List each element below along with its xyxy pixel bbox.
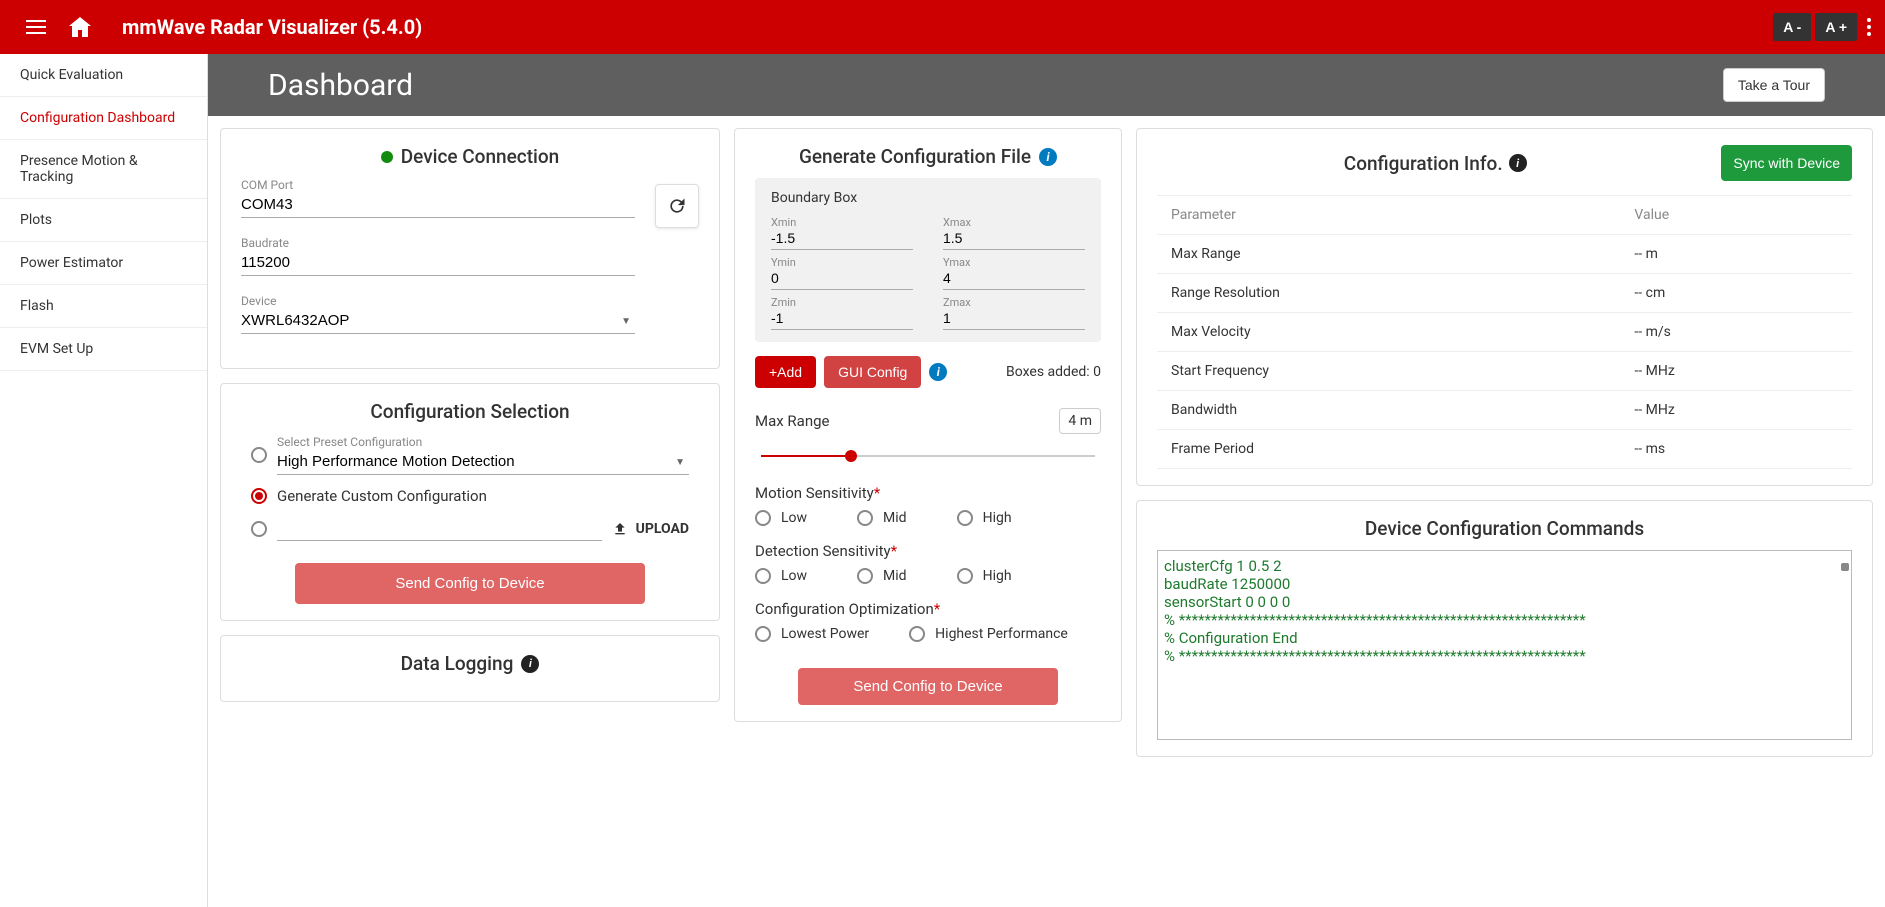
generate-config-title: Generate Configuration File xyxy=(799,145,1031,168)
device-config-commands-card: Device Configuration Commands clusterCfg… xyxy=(1136,500,1873,757)
boxes-added-label: Boxes added: 0 xyxy=(1006,364,1101,380)
table-row: Max Velocity-- m/s xyxy=(1157,313,1852,352)
xmax-label: Xmax xyxy=(943,216,1085,229)
max-range-value: 4 m xyxy=(1059,408,1101,434)
device-config-commands-title: Device Configuration Commands xyxy=(1157,517,1852,540)
sidebar: Quick Evaluation Configuration Dashboard… xyxy=(0,54,208,907)
preset-select[interactable] xyxy=(277,451,689,475)
upload-file-input[interactable] xyxy=(277,517,602,541)
connection-status-dot xyxy=(381,151,393,163)
sidebar-item-configuration-dashboard[interactable]: Configuration Dashboard xyxy=(0,97,207,140)
info-icon[interactable]: i xyxy=(929,363,947,381)
config-info-card: Configuration Info. i Sync with Device P… xyxy=(1136,128,1873,486)
zmin-label: Zmin xyxy=(771,296,913,309)
max-range-label: Max Range xyxy=(755,412,1059,430)
detection-low-radio[interactable] xyxy=(755,568,771,584)
baudrate-label: Baudrate xyxy=(241,236,635,250)
com-port-label: COM Port xyxy=(241,178,635,192)
detection-high-radio[interactable] xyxy=(957,568,973,584)
device-select[interactable] xyxy=(241,310,635,334)
ymin-input[interactable] xyxy=(771,269,913,290)
config-optimization-label: Configuration Optimization xyxy=(755,600,934,618)
upload-radio[interactable] xyxy=(251,521,267,537)
motion-sensitivity-label: Motion Sensitivity xyxy=(755,484,874,502)
xmax-input[interactable] xyxy=(943,229,1085,250)
xmin-input[interactable] xyxy=(771,229,913,250)
sidebar-item-plots[interactable]: Plots xyxy=(0,199,207,242)
highest-performance-radio[interactable] xyxy=(909,626,925,642)
sidebar-item-evm-setup[interactable]: EVM Set Up xyxy=(0,328,207,371)
config-selection-title: Configuration Selection xyxy=(241,400,699,423)
data-logging-card: Data Logging i xyxy=(220,635,720,702)
preset-radio[interactable] xyxy=(251,447,267,463)
custom-config-radio[interactable] xyxy=(251,488,267,504)
lowest-power-radio[interactable] xyxy=(755,626,771,642)
page-title: Dashboard xyxy=(268,68,413,103)
dashboard-header: Dashboard Take a Tour xyxy=(208,54,1885,116)
add-box-button[interactable]: +Add xyxy=(755,356,816,388)
table-row: Bandwidth-- MHz xyxy=(1157,391,1852,430)
max-range-slider[interactable] xyxy=(761,448,1095,464)
font-decrease-button[interactable]: A - xyxy=(1773,13,1811,41)
data-logging-title: Data Logging xyxy=(401,652,514,675)
zmax-label: Zmax xyxy=(943,296,1085,309)
refresh-icon xyxy=(667,196,687,216)
sidebar-item-power-estimator[interactable]: Power Estimator xyxy=(0,242,207,285)
main-area: Dashboard Take a Tour Device Connection … xyxy=(208,54,1885,907)
preset-label: Select Preset Configuration xyxy=(277,435,689,449)
scrollbar-thumb[interactable] xyxy=(1841,563,1849,571)
info-icon[interactable]: i xyxy=(1509,154,1527,172)
send-config-button-middle[interactable]: Send Config to Device xyxy=(798,668,1058,705)
upload-icon xyxy=(612,521,628,537)
sidebar-item-quick-evaluation[interactable]: Quick Evaluation xyxy=(0,54,207,97)
zmax-input[interactable] xyxy=(943,309,1085,330)
config-info-title: Configuration Info. xyxy=(1344,152,1503,175)
app-header: mmWave Radar Visualizer (5.4.0) A - A + xyxy=(0,0,1885,54)
device-connection-card: Device Connection COM Port Baudrate xyxy=(220,128,720,369)
config-info-table: Parameter Value Max Range-- mRange Resol… xyxy=(1157,195,1852,469)
xmin-label: Xmin xyxy=(771,216,913,229)
boundary-box-title: Boundary Box xyxy=(771,190,1085,206)
detection-sensitivity-label: Detection Sensitivity xyxy=(755,542,891,560)
table-row: Max Range-- m xyxy=(1157,235,1852,274)
menu-icon[interactable] xyxy=(24,15,48,39)
commands-output[interactable]: clusterCfg 1 0.5 2 baudRate 1250000 sens… xyxy=(1157,550,1852,740)
ymin-label: Ymin xyxy=(771,256,913,269)
motion-high-radio[interactable] xyxy=(957,510,973,526)
info-icon[interactable]: i xyxy=(521,655,539,673)
ymax-label: Ymax xyxy=(943,256,1085,269)
ymax-input[interactable] xyxy=(943,269,1085,290)
send-config-button-left[interactable]: Send Config to Device xyxy=(295,563,645,604)
home-icon[interactable] xyxy=(68,15,92,39)
zmin-input[interactable] xyxy=(771,309,913,330)
sync-with-device-button[interactable]: Sync with Device xyxy=(1721,145,1852,181)
custom-config-label: Generate Custom Configuration xyxy=(277,487,487,505)
info-icon[interactable]: i xyxy=(1039,148,1057,166)
param-header: Parameter xyxy=(1157,196,1620,235)
boundary-box-section: Boundary Box Xmin Xmax Ymin Ymax Zmin Zm… xyxy=(755,178,1101,342)
detection-mid-radio[interactable] xyxy=(857,568,873,584)
generate-config-card: Generate Configuration File i Boundary B… xyxy=(734,128,1122,722)
config-selection-card: Configuration Selection Select Preset Co… xyxy=(220,383,720,621)
table-row: Frame Period-- ms xyxy=(1157,430,1852,469)
upload-button[interactable]: UPLOAD xyxy=(612,521,689,537)
baudrate-input[interactable] xyxy=(241,252,635,276)
value-header: Value xyxy=(1620,196,1852,235)
motion-mid-radio[interactable] xyxy=(857,510,873,526)
table-row: Start Frequency-- MHz xyxy=(1157,352,1852,391)
refresh-button[interactable] xyxy=(655,184,699,228)
font-increase-button[interactable]: A + xyxy=(1815,13,1857,41)
kebab-menu-icon[interactable] xyxy=(1867,18,1871,36)
com-port-input[interactable] xyxy=(241,194,635,218)
sidebar-item-flash[interactable]: Flash xyxy=(0,285,207,328)
device-label: Device xyxy=(241,294,635,308)
gui-config-button[interactable]: GUI Config xyxy=(824,356,921,388)
motion-low-radio[interactable] xyxy=(755,510,771,526)
device-connection-title: Device Connection xyxy=(401,145,560,168)
take-tour-button[interactable]: Take a Tour xyxy=(1723,68,1825,102)
app-title: mmWave Radar Visualizer (5.4.0) xyxy=(122,15,422,39)
table-row: Range Resolution-- cm xyxy=(1157,274,1852,313)
sidebar-item-presence-motion-tracking[interactable]: Presence Motion & Tracking xyxy=(0,140,207,199)
